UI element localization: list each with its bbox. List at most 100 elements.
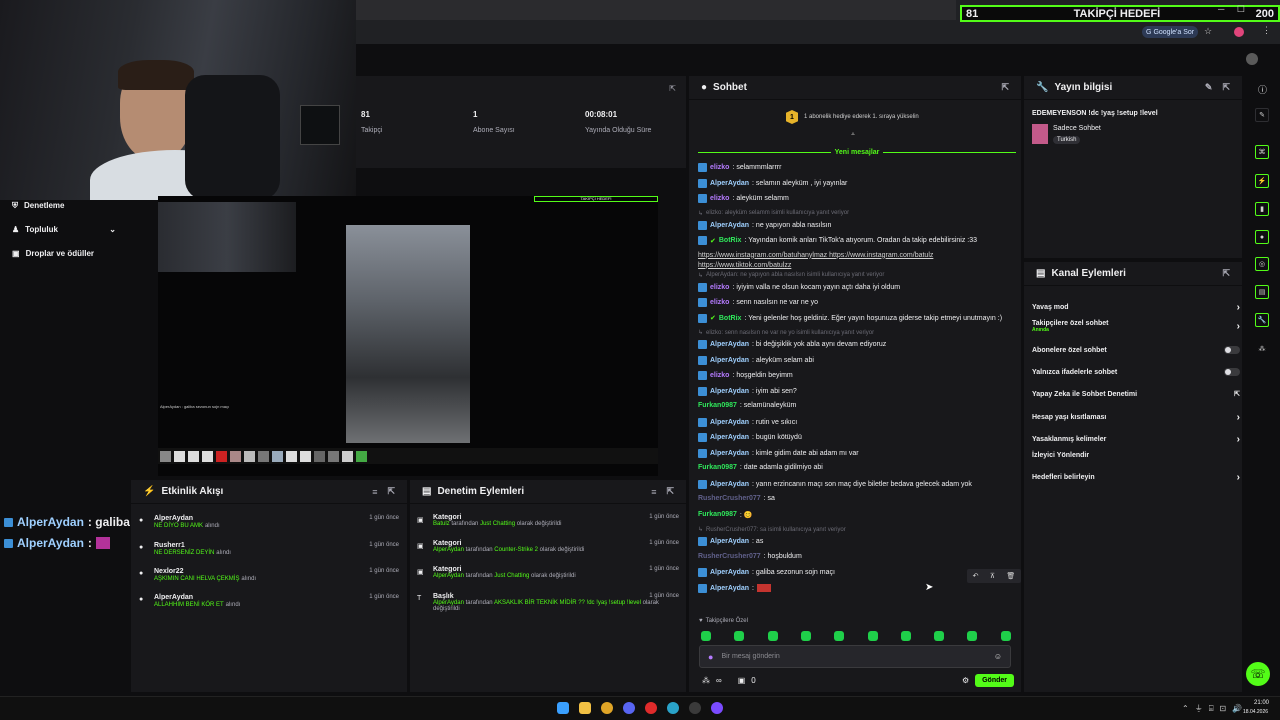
chat-input[interactable]: ● Bir mesaj gönderin ☺ bbox=[699, 645, 1011, 668]
support-chat-icon[interactable]: ☏ bbox=[1246, 662, 1270, 686]
emoji-icon[interactable]: ☺ bbox=[994, 652, 1002, 661]
external-link-icon[interactable]: ⇱ bbox=[387, 486, 395, 497]
shield-icon: ⛨ bbox=[12, 201, 18, 210]
settings-gear-icon[interactable]: ⚙ bbox=[962, 676, 969, 685]
stream-title: EDEMEYENSON !dc !yaş !setup !level bbox=[1032, 110, 1158, 117]
external-link-icon[interactable]: ⇱ bbox=[666, 486, 674, 497]
delete-icon[interactable]: 🗑 bbox=[1006, 572, 1015, 580]
filter-icon[interactable]: ≡ bbox=[372, 487, 377, 497]
emote-icon[interactable] bbox=[734, 631, 745, 641]
user-add-icon: ● bbox=[139, 570, 144, 577]
channel-action-item[interactable]: İzleyici Yönlendir bbox=[1032, 452, 1240, 459]
chat-message: Furkan0987: date adamla gidilmiyo abi bbox=[698, 464, 823, 471]
moderation-item: T Başlık AlperAydan tarafından AKSAKLIK Bİ… bbox=[417, 593, 679, 612]
chrome-icon[interactable] bbox=[601, 702, 613, 714]
channel-action-item[interactable]: Abonelere özel sohbet bbox=[1032, 346, 1240, 354]
stream-info-title: Yayın bilgisi bbox=[1054, 82, 1113, 93]
sidebar-widget-icon[interactable]: ⌘ bbox=[1255, 145, 1269, 159]
chat-message: AlperAydan: as bbox=[698, 537, 763, 546]
google-ask-button[interactable]: G Google'a Sor bbox=[1142, 26, 1199, 38]
pin-icon[interactable]: ⩡ bbox=[851, 131, 855, 139]
pencil-icon[interactable]: ✎ bbox=[1205, 82, 1213, 93]
info-icon[interactable]: ⓘ bbox=[1258, 83, 1267, 96]
preview-webcam bbox=[158, 202, 296, 272]
reply-icon[interactable]: ↶ bbox=[973, 572, 979, 580]
external-link-icon[interactable]: ⇱ bbox=[1222, 82, 1230, 93]
chat-message: elizko: selammmlarrrr bbox=[698, 163, 781, 172]
sidebar-list-icon[interactable]: ▤ bbox=[1255, 285, 1269, 299]
chat-message: RusherCrusher077: hoşbuldum bbox=[698, 552, 802, 560]
activity-title: Etkinlik Akışı bbox=[161, 486, 224, 497]
channel-action-item[interactable]: Yapay Zeka ile Sohbet Denetimi ⇱ bbox=[1032, 390, 1240, 399]
windows-start-icon[interactable] bbox=[557, 702, 569, 714]
edge-icon[interactable] bbox=[667, 702, 679, 714]
goal-target: 200 bbox=[1255, 7, 1274, 20]
verified-badge-icon bbox=[4, 538, 13, 548]
pin-message-icon[interactable]: ⊼ bbox=[990, 572, 995, 580]
external-link-icon: ⇱ bbox=[1234, 391, 1240, 398]
emote-icon bbox=[95, 537, 110, 549]
emote-icon[interactable] bbox=[701, 631, 711, 641]
reply-context: ↳ AlperAydan: ne yapıyon abla nasılsın is… bbox=[698, 272, 885, 279]
emote-icon[interactable] bbox=[1000, 631, 1011, 641]
verified-badge-icon bbox=[698, 355, 707, 365]
points-icon[interactable]: ⁂ bbox=[702, 676, 710, 685]
emote-icon[interactable] bbox=[934, 631, 945, 641]
emote-icon[interactable] bbox=[867, 631, 878, 641]
filter-icon[interactable]: ≡ bbox=[651, 487, 656, 497]
send-button[interactable]: Gönder bbox=[975, 673, 1014, 687]
sidebar-broadcast-icon[interactable]: ◎ bbox=[1255, 257, 1269, 271]
file-explorer-icon[interactable] bbox=[579, 702, 591, 714]
goal-count: 81 bbox=[966, 7, 979, 20]
category-icon: ▣ bbox=[417, 569, 424, 576]
emote-icon[interactable] bbox=[800, 631, 811, 641]
opera-icon[interactable] bbox=[645, 702, 657, 714]
sidebar-share-icon[interactable]: ⁂ bbox=[1255, 342, 1269, 356]
chat-footer: ⁂ ∞ ▣ 0 ⚙ Gönder bbox=[702, 673, 1014, 687]
channel-action-item[interactable]: Yavaş mod › bbox=[1032, 302, 1240, 313]
channel-action-item[interactable]: Hedefleri belirleyin › bbox=[1032, 472, 1240, 483]
star-icon[interactable]: ☆ bbox=[1204, 26, 1212, 37]
sidebar-bolt-icon[interactable]: ⚡ bbox=[1255, 174, 1269, 188]
channel-action-item[interactable]: Yalnızca ifadelerle sohbet bbox=[1032, 368, 1240, 376]
uptime-label: Yayında Olduğu Süre bbox=[585, 127, 652, 134]
sidebar-chat-icon[interactable]: ● bbox=[1255, 230, 1269, 244]
chevron-right-icon: › bbox=[1236, 434, 1240, 445]
sidebar-doc-icon[interactable]: ▮ bbox=[1255, 202, 1269, 216]
verified-badge-icon bbox=[698, 220, 707, 230]
mic-icon[interactable]: ● bbox=[708, 652, 713, 662]
obs-icon[interactable] bbox=[689, 702, 701, 714]
gift-icon[interactable]: ▣ bbox=[738, 676, 746, 685]
sidebar-wrench-icon[interactable]: 🔧 bbox=[1255, 313, 1269, 327]
reply-arrow-icon: ↳ bbox=[698, 210, 704, 217]
external-link-icon[interactable]: ⇱ bbox=[1001, 82, 1009, 93]
emote-icon[interactable] bbox=[900, 631, 911, 641]
nav-item-moderation[interactable]: ⛨ Denetleme bbox=[12, 201, 64, 211]
external-link-icon[interactable]: ⇱ bbox=[1222, 268, 1230, 279]
window-controls[interactable]: ─ ☐ bbox=[1218, 4, 1245, 15]
activity-feed-panel: ⚡ Etkinlik Akışı ≡ ⇱ bbox=[131, 480, 407, 692]
nav-item-drops[interactable]: ▣ Droplar ve ödüller bbox=[12, 249, 94, 258]
kick-avatar[interactable] bbox=[1246, 53, 1258, 65]
discord-icon[interactable] bbox=[623, 702, 635, 714]
nav-item-community[interactable]: ♟ Topluluk ⌄ bbox=[12, 225, 116, 234]
moderation-item: ▣ Kategori AlperAydan tarafından Counter-S… bbox=[417, 540, 679, 553]
external-link-icon[interactable]: ⇱ bbox=[669, 84, 676, 93]
emote-icon[interactable] bbox=[767, 631, 778, 641]
preview-chat-overlay: AlperAydan : galiba sezonun sojn maçı bbox=[160, 404, 230, 409]
sub-promo[interactable]: 1 1 abonelik hediye ederek 1. sıraya yük… bbox=[786, 110, 919, 124]
toggle-switch[interactable] bbox=[1224, 368, 1240, 376]
system-tray[interactable]: ⌃⏚⌸⊡🔊 bbox=[1182, 703, 1248, 714]
toggle-switch[interactable] bbox=[1224, 346, 1240, 354]
emote-icon[interactable] bbox=[967, 631, 978, 641]
app-icon[interactable] bbox=[711, 702, 723, 714]
profile-avatar[interactable] bbox=[1234, 27, 1244, 37]
sidebar-pencil-icon[interactable]: ✎ bbox=[1255, 108, 1269, 122]
channel-action-item[interactable]: Hesap yaşı kısıtlaması › bbox=[1032, 412, 1240, 423]
verified-badge-icon bbox=[698, 298, 707, 307]
menu-icon[interactable]: ⋮ bbox=[1262, 25, 1271, 36]
emote-icon[interactable] bbox=[834, 631, 845, 641]
channel-action-item[interactable]: Yasaklanmış kelimeler › bbox=[1032, 434, 1240, 445]
chat-message: elizko: iyiyim valla ne olsun kocam yayı… bbox=[698, 282, 900, 292]
channel-action-item[interactable]: Takipçilere özel sohbet Anında › bbox=[1032, 320, 1240, 333]
